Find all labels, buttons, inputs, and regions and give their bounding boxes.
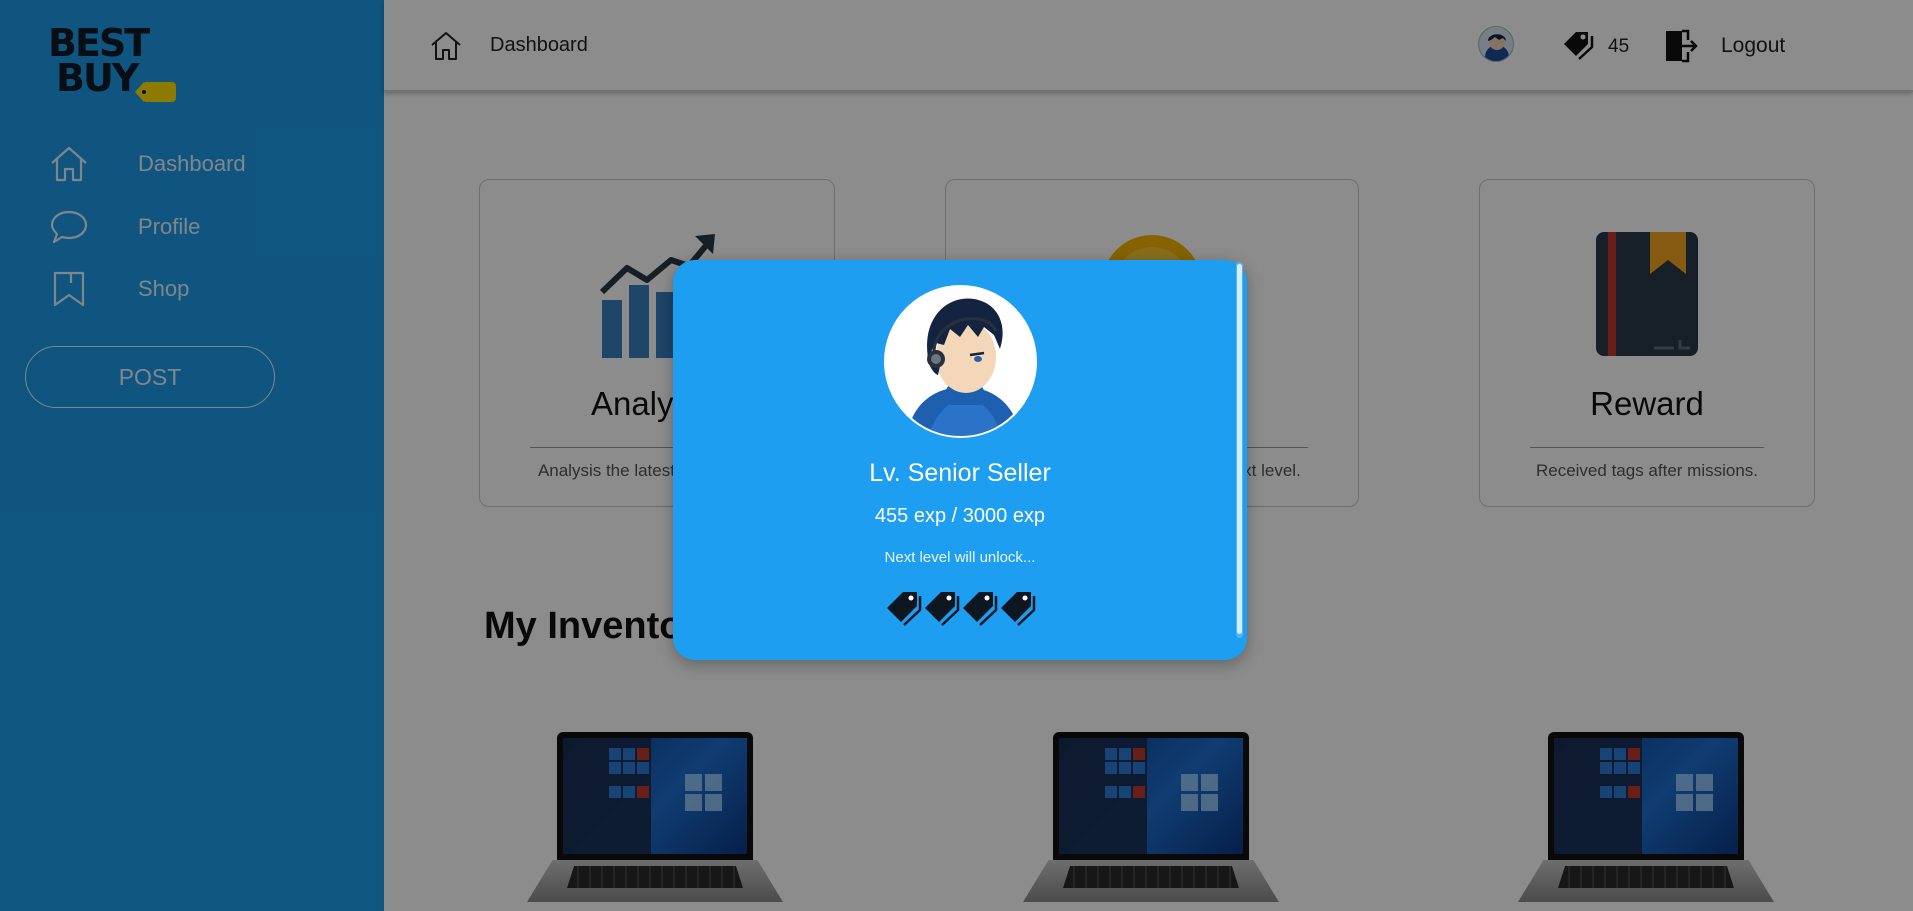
exp-progress-text: 455 exp / 3000 exp [874,505,1046,527]
scrollbar-thumb[interactable] [1237,264,1242,634]
level-modal: Lv. Senior Seller 455 exp / 3000 exp Nex… [673,260,1247,660]
modal-scrollbar[interactable] [1236,262,1243,638]
level-title: Lv. Senior Seller [869,459,1051,487]
unlock-tags [885,586,1037,626]
price-tag-icon [923,586,961,626]
price-tag-icon [885,586,923,626]
price-tag-icon [961,586,999,626]
profile-avatar [884,285,1037,438]
next-level-text: Next level will unlock... [884,549,1036,566]
price-tag-icon [999,586,1037,626]
